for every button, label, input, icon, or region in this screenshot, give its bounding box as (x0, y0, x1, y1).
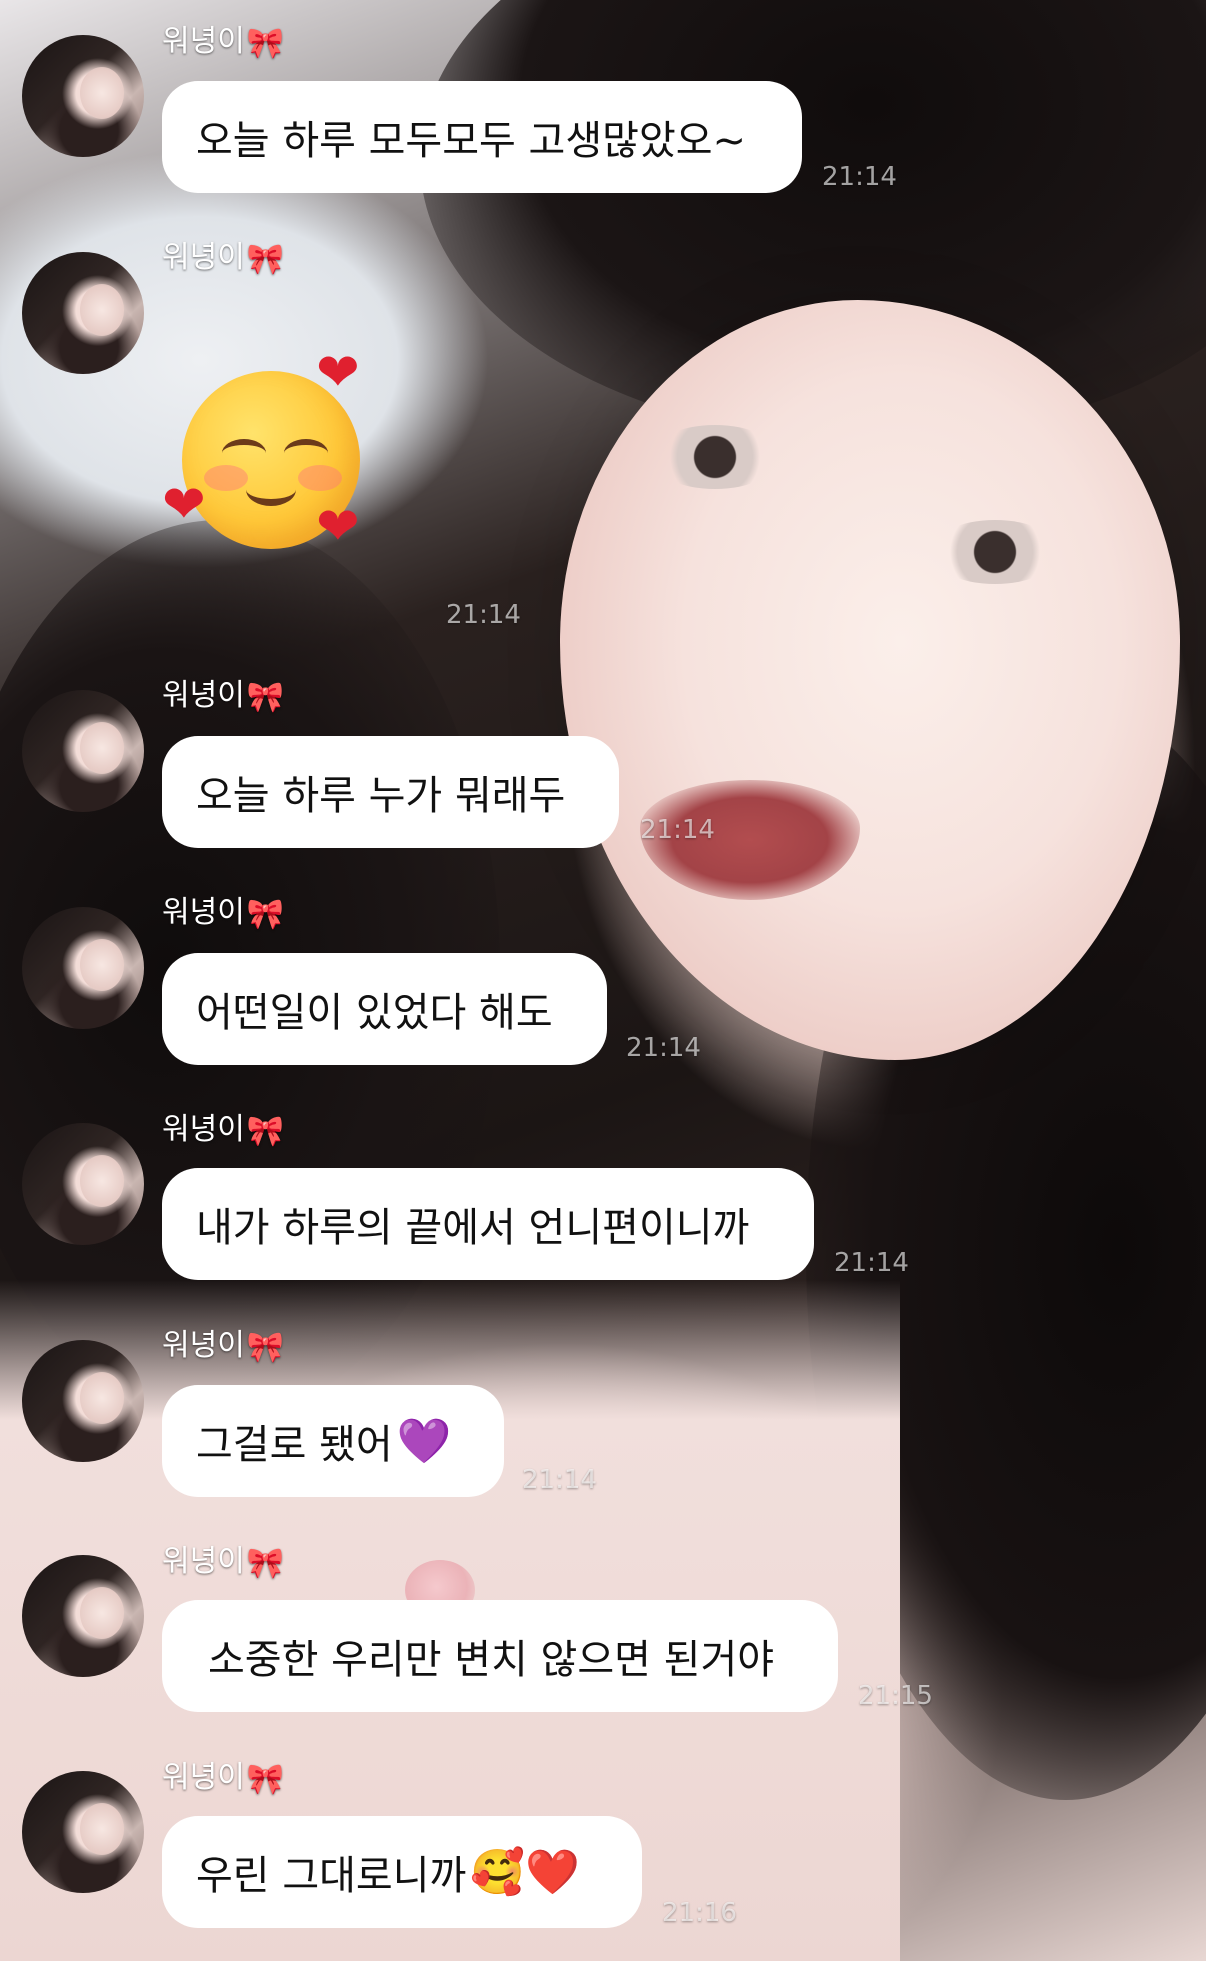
avatar[interactable] (22, 1340, 144, 1462)
bow-icon: 🎀 (246, 242, 285, 277)
bow-icon: 🎀 (246, 1330, 285, 1365)
sender-name: 워녕이🎀 (162, 1112, 284, 1150)
sender-name: 워녕이🎀 (162, 24, 284, 62)
sticker-blush-icon (298, 465, 342, 491)
sender-name: 워녕이🎀 (162, 1328, 284, 1366)
bow-icon: 🎀 (246, 26, 285, 61)
avatar-photo (80, 939, 124, 991)
sender-name: 워녕이🎀 (162, 1544, 284, 1582)
sender-name-text: 워녕이 (162, 24, 245, 59)
sender-name: 워녕이🎀 (162, 678, 284, 716)
avatar-photo (80, 1155, 124, 1207)
message-text: 소중한 우리만 변치 않으면 된거야 (208, 1637, 775, 1683)
sender-name: 워녕이🎀 (162, 1760, 284, 1798)
message-time: 21:16 (662, 1898, 737, 1928)
avatar[interactable] (22, 1771, 144, 1893)
message-text: 오늘 하루 모두모두 고생많았오~ (196, 118, 747, 164)
avatar-photo (80, 1587, 124, 1639)
avatar[interactable] (22, 690, 144, 812)
bow-icon: 🎀 (246, 1762, 285, 1797)
avatar-photo (80, 1372, 124, 1424)
heart-icon: ❤ (162, 475, 206, 535)
sender-name-text: 워녕이 (162, 1328, 245, 1363)
chat-messages[interactable]: 워녕이🎀 오늘 하루 모두모두 고생많았오~ 21:14 워녕이🎀 ❤ ❤ ❤ … (0, 0, 1206, 1961)
message-text: 그걸로 됐어 (196, 1422, 393, 1468)
message-bubble[interactable]: 그걸로 됐어 💜 (162, 1385, 504, 1497)
sticker-blush-icon (204, 465, 248, 491)
bow-icon: 🎀 (246, 680, 285, 715)
message-bubble[interactable]: 오늘 하루 누가 뭐래두 (162, 736, 619, 848)
avatar[interactable] (22, 35, 144, 157)
sender-name-text: 워녕이 (162, 1760, 245, 1795)
avatar-photo (80, 722, 124, 774)
sender-name-text: 워녕이 (162, 678, 245, 713)
avatar[interactable] (22, 1555, 144, 1677)
avatar-photo (80, 284, 124, 336)
message-text: 어떤일이 있었다 해도 (196, 990, 553, 1036)
message-bubble[interactable]: 오늘 하루 모두모두 고생많았오~ (162, 81, 802, 193)
message-bubble[interactable]: 어떤일이 있었다 해도 (162, 953, 607, 1065)
avatar[interactable] (22, 252, 144, 374)
message-time: 21:14 (626, 1033, 701, 1063)
message-text: 우린 그대로니까 (196, 1853, 467, 1899)
sender-name-text: 워녕이 (162, 240, 245, 275)
heart-icon: ❤ (316, 497, 360, 557)
message-bubble[interactable]: 소중한 우리만 변치 않으면 된거야 (162, 1600, 838, 1712)
sticker-eye-icon (222, 439, 266, 467)
sender-name-text: 워녕이 (162, 1544, 245, 1579)
message-bubble[interactable]: 우린 그대로니까 🥰❤️ (162, 1816, 642, 1928)
sticker-eye-icon (284, 439, 328, 467)
sender-name-text: 워녕이 (162, 1112, 245, 1147)
message-time: 21:14 (446, 600, 521, 630)
avatar[interactable] (22, 907, 144, 1029)
message-time: 21:14 (640, 815, 715, 845)
message-text: 오늘 하루 누가 뭐래두 (196, 773, 566, 819)
bow-icon: 🎀 (246, 1114, 285, 1149)
avatar[interactable] (22, 1123, 144, 1245)
heart-icon: ❤ (316, 343, 360, 403)
purple-heart-icon: 💜 (396, 1416, 452, 1467)
bow-icon: 🎀 (246, 1546, 285, 1581)
message-bubble[interactable]: 내가 하루의 끝에서 언니편이니까 (162, 1168, 814, 1280)
bow-icon: 🎀 (246, 897, 285, 932)
sender-name: 워녕이🎀 (162, 240, 284, 278)
message-text: 내가 하루의 끝에서 언니편이니까 (196, 1205, 750, 1251)
message-time: 21:14 (822, 162, 897, 192)
avatar-photo (80, 1803, 124, 1855)
avatar-photo (80, 67, 124, 119)
smiling-face-with-hearts-icon: 🥰❤️ (470, 1847, 580, 1898)
sender-name-text: 워녕이 (162, 895, 245, 930)
sender-name: 워녕이🎀 (162, 895, 284, 933)
sticker-smile-icon (246, 473, 296, 506)
message-time: 21:15 (858, 1681, 933, 1711)
message-time: 21:14 (834, 1248, 909, 1278)
message-time: 21:14 (522, 1465, 597, 1495)
smiling-face-with-hearts-sticker[interactable]: ❤ ❤ ❤ (162, 347, 380, 565)
